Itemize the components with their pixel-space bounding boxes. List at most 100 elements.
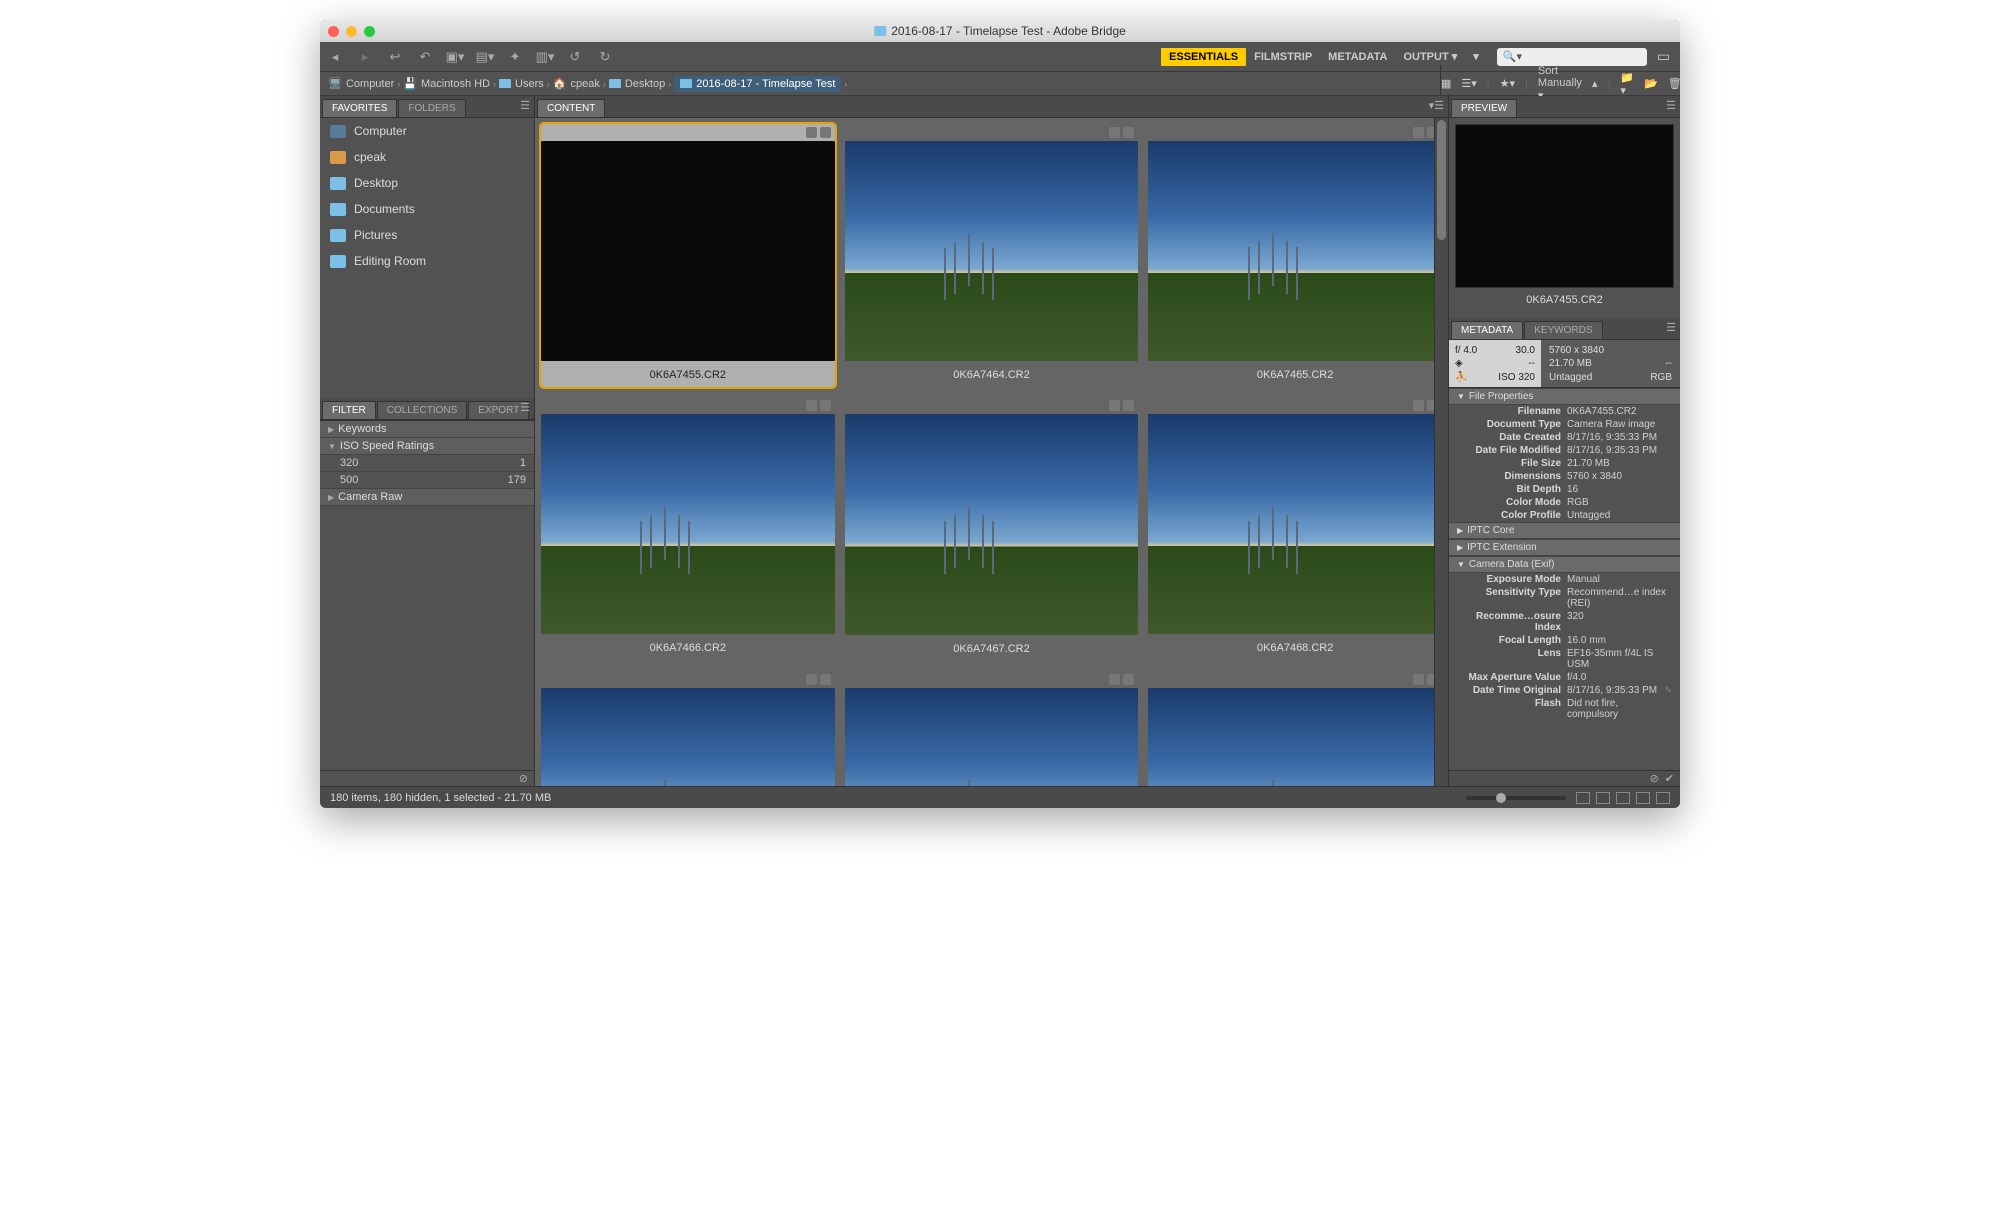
cancel-icon[interactable]: ⊘ — [519, 772, 528, 785]
panel-menu-icon[interactable]: ☰ — [1666, 321, 1676, 334]
filter-iso-320[interactable]: 3201 — [320, 455, 534, 472]
scrollbar[interactable] — [1434, 118, 1448, 786]
thumbnail-card[interactable]: 0K6A7465.CR2 — [1148, 124, 1442, 387]
thumbnail-card[interactable]: 0K6A7455.CR2 — [541, 124, 835, 387]
metadata-row: Recomme…osure Index320 — [1449, 610, 1680, 634]
trash-icon[interactable]: 🗑 — [1668, 77, 1680, 90]
workspace-essentials[interactable]: ESSENTIALS — [1161, 48, 1246, 66]
filter-iso-header[interactable]: ▼ISO Speed Ratings — [320, 438, 534, 455]
recent-icon[interactable]: ▥▾ — [536, 48, 554, 66]
workspace-metadata[interactable]: METADATA — [1320, 48, 1395, 66]
open-icon[interactable]: ▤▾ — [476, 48, 494, 66]
panel-menu-icon[interactable]: ☰ — [520, 401, 530, 414]
home-icon — [330, 151, 346, 164]
thumbnail-card[interactable] — [845, 671, 1139, 787]
thumbnail-card[interactable]: 0K6A7468.CR2 — [1148, 397, 1442, 660]
rotate-ccw-icon[interactable]: ↺ — [566, 48, 584, 66]
workspace-output[interactable]: OUTPUT ▾ — [1395, 47, 1465, 66]
thumbnail-card[interactable]: 0K6A7466.CR2 — [541, 397, 835, 660]
settings-badge-icon — [1109, 674, 1120, 685]
workspace-filmstrip[interactable]: FILMSTRIP — [1246, 48, 1320, 66]
view-grid-icon[interactable]: ▦ — [1441, 77, 1451, 90]
crumb-computer[interactable]: 🖥Computer — [328, 77, 394, 90]
favorite-documents[interactable]: Documents — [320, 196, 534, 222]
section-camera-data[interactable]: ▼Camera Data (Exif) — [1449, 556, 1680, 573]
apply-icon[interactable]: ✔ — [1665, 772, 1674, 785]
view-mode-1-icon[interactable] — [1596, 792, 1610, 804]
thumbnail-image — [541, 688, 835, 787]
tab-favorites[interactable]: FAVORITES — [322, 99, 397, 117]
metadata-row: File Size21.70 MB — [1449, 457, 1680, 470]
crumb-current[interactable]: 2016-08-17 - Timelapse Test — [674, 76, 841, 92]
zoom-icon[interactable] — [364, 26, 375, 37]
tab-filter[interactable]: FILTER — [322, 401, 376, 419]
camera-icon[interactable]: ▣▾ — [446, 48, 464, 66]
open-recent-icon[interactable]: 📂 — [1644, 77, 1658, 90]
favorite-computer[interactable]: Computer — [320, 118, 534, 144]
compact-mode-icon[interactable]: ▭ — [1657, 48, 1670, 65]
thumbnail-card[interactable] — [1148, 671, 1442, 787]
favorite-home[interactable]: cpeak — [320, 144, 534, 170]
workspace-more[interactable]: ▾ — [1465, 47, 1487, 66]
view-mode-4-icon[interactable] — [1656, 792, 1670, 804]
tab-folders[interactable]: FOLDERS — [398, 99, 465, 117]
cancel-icon[interactable]: ⊘ — [1650, 772, 1659, 785]
filter-iso-500[interactable]: 500179 — [320, 472, 534, 489]
filter-cameraraw-header[interactable]: ▶Camera Raw — [320, 489, 534, 506]
tab-preview[interactable]: PREVIEW — [1451, 99, 1517, 117]
lock-thumb-icon[interactable] — [1576, 792, 1590, 804]
panel-menu-icon[interactable]: ▾☰ — [1429, 99, 1444, 112]
minimize-icon[interactable] — [346, 26, 357, 37]
new-folder-icon[interactable]: 📁▾ — [1620, 71, 1634, 97]
thumbnail-card[interactable]: 0K6A7464.CR2 — [845, 124, 1139, 387]
favorite-desktop[interactable]: Desktop — [320, 170, 534, 196]
tab-content[interactable]: CONTENT — [537, 99, 605, 117]
crumb-hd[interactable]: 💾Macintosh HD — [403, 77, 490, 90]
preview-image[interactable] — [1455, 124, 1674, 288]
crumb-users[interactable]: Users — [499, 78, 544, 90]
search-input[interactable]: 🔍▾ — [1497, 48, 1647, 66]
section-iptc-ext[interactable]: ▶IPTC Extension — [1449, 539, 1680, 556]
content-tabs: CONTENT ▾☰ — [535, 96, 1448, 118]
metadata-footer: ⊘ ✔ — [1449, 770, 1680, 786]
filter-panel: ▶Keywords ▼ISO Speed Ratings 3201 500179… — [320, 420, 534, 770]
crumb-cpeak[interactable]: 🏠cpeak — [553, 77, 600, 90]
sort-asc-icon[interactable]: ▴ — [1592, 77, 1598, 90]
refine-icon[interactable]: ✦ — [506, 48, 524, 66]
filter-keywords-header[interactable]: ▶Keywords — [320, 421, 534, 438]
close-icon[interactable] — [328, 26, 339, 37]
settings-badge-icon — [1413, 400, 1424, 411]
section-iptc-core[interactable]: ▶IPTC Core — [1449, 522, 1680, 539]
thumbnail-card[interactable] — [541, 671, 835, 787]
filter-tabs: FILTER COLLECTIONS EXPORT ☰ — [320, 398, 534, 420]
tab-collections[interactable]: COLLECTIONS — [377, 401, 468, 419]
thumbnail-image — [845, 688, 1139, 787]
settings-badge-icon — [806, 674, 817, 685]
section-file-properties[interactable]: ▼File Properties — [1449, 388, 1680, 405]
thumbnail-filename: 0K6A7466.CR2 — [650, 634, 726, 660]
view-list-icon[interactable]: ☰▾ — [1461, 77, 1476, 90]
boomerang-icon[interactable]: ↶ — [416, 48, 434, 66]
crumb-desktop[interactable]: Desktop — [609, 78, 665, 90]
rotate-cw-icon[interactable]: ↻ — [596, 48, 614, 66]
metadata-tabs: METADATA KEYWORDS ☰ — [1449, 318, 1680, 340]
forward-button[interactable]: ▸ — [356, 48, 374, 66]
tab-keywords[interactable]: KEYWORDS — [1524, 321, 1602, 339]
reveal-button[interactable]: ↩ — [386, 48, 404, 66]
panel-menu-icon[interactable]: ☰ — [520, 99, 530, 112]
favorites-tabs: FAVORITES FOLDERS ☰ — [320, 96, 534, 118]
favorite-pictures[interactable]: Pictures — [320, 222, 534, 248]
awb-icon: ◈ — [1455, 358, 1463, 369]
star-filter-icon[interactable]: ★▾ — [1500, 77, 1515, 90]
view-mode-2-icon[interactable] — [1616, 792, 1630, 804]
favorite-editing[interactable]: Editing Room — [320, 248, 534, 274]
thumbnail-card[interactable]: 0K6A7467.CR2 — [845, 397, 1139, 660]
view-mode-3-icon[interactable] — [1636, 792, 1650, 804]
panel-menu-icon[interactable]: ☰ — [1666, 99, 1676, 112]
thumbnail-size-slider[interactable] — [1466, 796, 1566, 800]
edit-icon[interactable]: ✎ — [1664, 685, 1672, 696]
back-button[interactable]: ◂ — [326, 48, 344, 66]
tab-metadata[interactable]: METADATA — [1451, 321, 1523, 339]
metadata-row: Color ProfileUntagged — [1449, 509, 1680, 522]
metadata-row: Filename0K6A7455.CR2 — [1449, 405, 1680, 418]
